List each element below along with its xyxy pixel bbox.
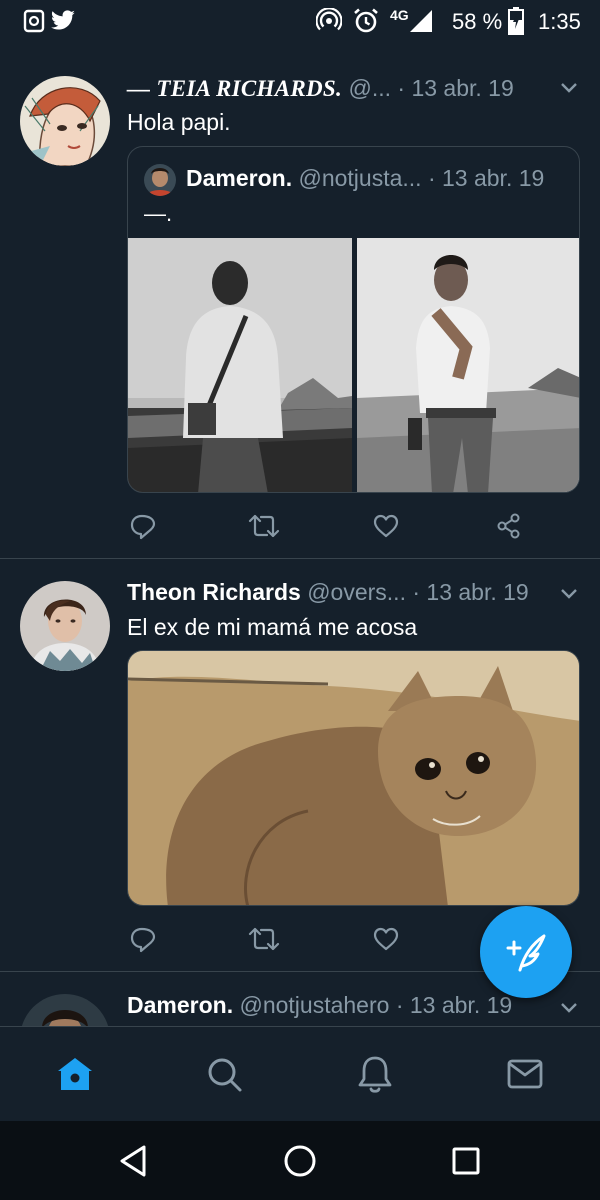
quoted-date: · 13 abr. 19: [427, 165, 545, 191]
retweet-icon[interactable]: [247, 925, 281, 953]
author-handle[interactable]: @notjustahero: [239, 992, 389, 1018]
tweet-header: — TEIA RICHARDS. @... · 13 abr. 19: [127, 75, 582, 105]
home-button-icon[interactable]: [278, 1139, 322, 1183]
avatar-dameron-small: [144, 164, 176, 196]
author-handle[interactable]: @overs...: [307, 579, 406, 605]
author-handle[interactable]: @...: [348, 75, 391, 101]
like-icon[interactable]: [372, 512, 400, 540]
tweet-text: El ex de mi mamá me acosa: [127, 614, 418, 640]
avatar-teia-richards[interactable]: [20, 76, 110, 166]
network-type-label: 4G: [390, 7, 409, 23]
twitter-bird-icon: [50, 10, 75, 30]
quoted-header: Dameron. @notjusta... · 13 abr. 19: [186, 165, 544, 192]
quoted-author-name: Dameron.: [186, 165, 293, 191]
like-icon[interactable]: [372, 925, 400, 953]
tab-notifications[interactable]: [350, 1049, 400, 1099]
avatar-dameron[interactable]: [20, 994, 110, 1026]
signal-icon: [410, 10, 432, 32]
reply-icon[interactable]: [129, 512, 157, 540]
status-bar: 4G 58 % 1:35: [0, 0, 600, 42]
compose-tweet-button[interactable]: [480, 906, 572, 998]
quoted-text: —.: [144, 201, 173, 226]
retweet-icon[interactable]: [247, 512, 281, 540]
compose-icon: [506, 934, 546, 972]
chevron-down-icon[interactable]: [560, 588, 578, 600]
battery-icon: [508, 7, 524, 35]
tweet-date[interactable]: · 13 abr. 19: [412, 579, 528, 605]
author-name[interactable]: — TEIA RICHARDS.: [127, 76, 342, 101]
photo-man-front-view[interactable]: [357, 238, 580, 493]
battery-percent: 58 %: [452, 9, 503, 34]
home-icon: [58, 1058, 92, 1090]
photo-man-back-view[interactable]: [128, 238, 352, 493]
tweet-text: Hola papi.: [127, 109, 231, 135]
avatar-theon-richards[interactable]: [20, 581, 110, 671]
tab-home[interactable]: [50, 1049, 100, 1099]
search-icon: [208, 1058, 242, 1092]
bell-icon: [358, 1056, 392, 1093]
chevron-down-icon[interactable]: [560, 1002, 578, 1014]
clock-time: 1:35: [538, 9, 581, 34]
android-navigation-bar: [0, 1121, 600, 1200]
bottom-tab-bar: [0, 1026, 600, 1121]
back-icon[interactable]: [112, 1139, 156, 1183]
tweet-header: Theon Richards @overs... · 13 abr. 19: [127, 579, 582, 609]
mail-icon: [507, 1059, 543, 1089]
tweet-teia-richards[interactable]: — TEIA RICHARDS. @... · 13 abr. 19 Hola …: [0, 42, 600, 558]
quoted-media-grid[interactable]: [128, 238, 580, 493]
author-name[interactable]: Theon Richards: [127, 579, 301, 605]
quoted-tweet[interactable]: Dameron. @notjusta... · 13 abr. 19 —.: [127, 146, 580, 493]
quoted-author-handle: @notjusta...: [298, 165, 422, 191]
author-name[interactable]: Dameron.: [127, 992, 233, 1018]
data-saver-icon: [23, 9, 45, 33]
chevron-down-icon[interactable]: [560, 82, 578, 94]
reply-icon[interactable]: [129, 925, 157, 953]
tweet-date[interactable]: · 13 abr. 19: [397, 75, 513, 101]
recents-icon[interactable]: [444, 1139, 488, 1183]
tweet-media-cat[interactable]: [127, 650, 580, 906]
tab-messages[interactable]: [500, 1049, 550, 1099]
tab-search[interactable]: [199, 1049, 249, 1099]
share-icon[interactable]: [495, 512, 523, 540]
hotspot-icon: [316, 8, 342, 31]
tweet-actions: [127, 512, 547, 542]
alarm-icon: [354, 8, 378, 33]
